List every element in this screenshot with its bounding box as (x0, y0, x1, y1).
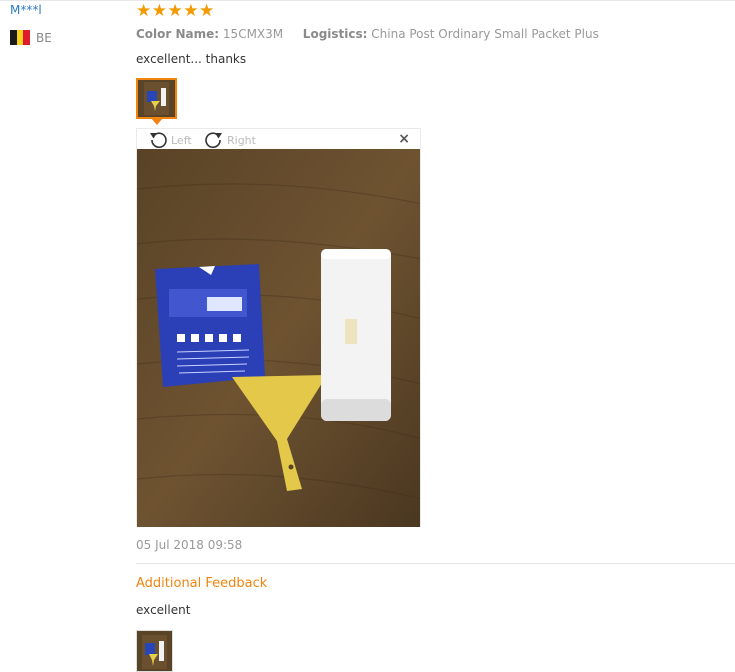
logistics-value: China Post Ordinary Small Packet Plus (371, 27, 599, 41)
close-viewer-button[interactable]: × (398, 132, 410, 146)
review-photo-thumbnail[interactable] (136, 78, 177, 119)
rotate-left-button[interactable]: Left (147, 131, 192, 149)
color-name-value: 15CMX3M (222, 27, 284, 41)
additional-photo-image (137, 631, 172, 671)
rotate-right-icon (205, 132, 222, 148)
star-icon: ★ (167, 1, 184, 21)
order-info: Color Name: 15CMX3M Logistics: China Pos… (136, 27, 599, 41)
reviewer-country: BE (10, 30, 52, 45)
review-text: excellent... thanks (136, 52, 247, 66)
additional-feedback-title: Additional Feedback (136, 576, 268, 591)
additional-photo-thumbnail[interactable] (136, 630, 173, 672)
reviewer-name[interactable]: M***l (10, 3, 42, 17)
photo-viewer: Left Right × (136, 128, 421, 527)
rotate-left-icon (150, 132, 167, 148)
star-rating: ★ ★ ★ ★ ★ (136, 3, 215, 20)
rotate-left-label: Left (171, 133, 192, 147)
photo-thumbnail-image (138, 80, 175, 117)
star-icon: ★ (151, 1, 168, 21)
belgium-flag-icon (10, 30, 31, 45)
section-divider (136, 563, 735, 564)
star-icon: ★ (136, 1, 152, 21)
star-icon: ★ (199, 1, 215, 21)
country-code: BE (36, 30, 52, 45)
rotate-right-label: Right (227, 133, 256, 147)
color-name-label: Color Name: (136, 27, 220, 41)
rotate-right-button[interactable]: Right (203, 131, 256, 149)
photo-viewer-toolbar: Left Right × (137, 129, 420, 149)
review-date: 05 Jul 2018 09:58 (136, 538, 243, 552)
thumbnail-caret-icon (151, 118, 163, 125)
review-photo-image (137, 149, 420, 527)
additional-feedback-text: excellent (136, 603, 191, 617)
top-divider (0, 0, 735, 1)
logistics-label: Logistics: (302, 27, 368, 41)
review-photo (137, 149, 420, 527)
star-icon: ★ (183, 1, 199, 21)
